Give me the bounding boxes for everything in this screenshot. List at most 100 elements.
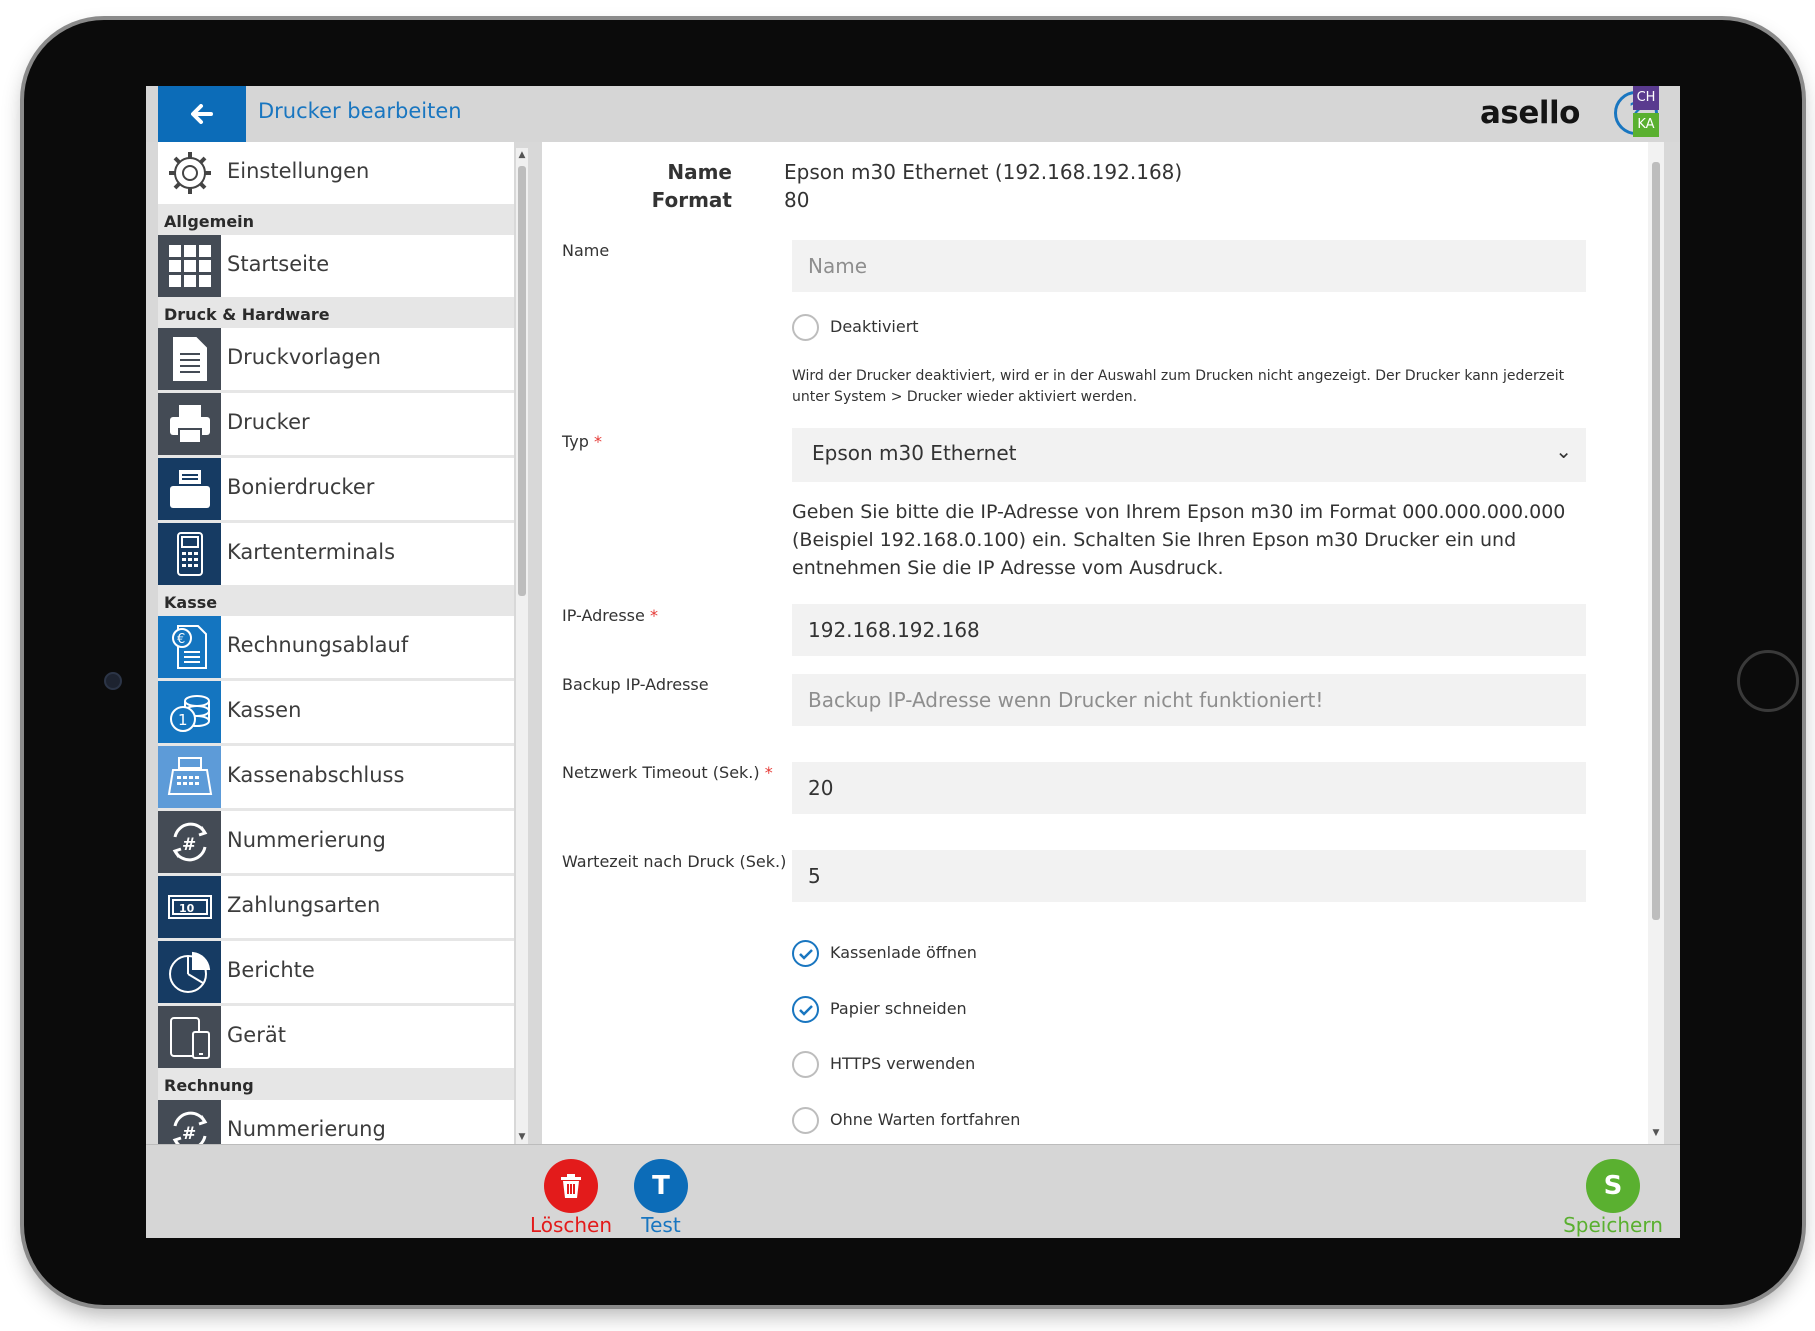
main-scroll-thumb[interactable] [1652, 162, 1660, 920]
scroll-down-icon[interactable]: ▼ [516, 1132, 528, 1142]
sidebar-item-startseite[interactable]: Startseite [158, 235, 514, 297]
document-icon [158, 328, 221, 390]
sidebar-item-label: Startseite [227, 252, 330, 276]
devices-icon [158, 1006, 221, 1068]
deactivated-checkbox[interactable] [792, 314, 819, 341]
gear-icon [158, 142, 221, 204]
type-hint: Geben Sie bitte die IP-Adresse von Ihrem… [792, 501, 1566, 579]
option-label: Ohne Warten fortfahren [830, 1110, 1021, 1129]
printer-icon [158, 393, 221, 455]
kassenlade-checkbox[interactable] [792, 940, 819, 967]
svg-text:€: € [177, 632, 185, 647]
name-input[interactable] [792, 240, 1586, 292]
check-icon [798, 948, 813, 960]
wait-input[interactable] [792, 850, 1586, 902]
chevron-down-icon: ⌄ [1555, 439, 1572, 463]
sidebar-item-label: Nummerierung [227, 828, 386, 852]
section-allgemein: Allgemein [164, 212, 255, 231]
back-button[interactable] [158, 86, 246, 142]
main-scrollbar[interactable]: ▼ [1648, 142, 1664, 1144]
summary-name-value: Epson m30 Ethernet (192.168.192.168) [784, 160, 1183, 184]
deactivated-label: Deaktiviert [830, 317, 919, 336]
invoice-euro-icon: € [158, 616, 221, 678]
sidebar-item-label: Nummerierung [227, 1117, 386, 1141]
sidebar-item-kassenabschluss[interactable]: Kassenabschluss [158, 746, 514, 808]
trash-icon [561, 1174, 581, 1198]
name-label: Name [562, 241, 610, 260]
page-title: Drucker bearbeiten [258, 99, 462, 123]
grid-icon [158, 235, 221, 297]
test-label[interactable]: Test [601, 1213, 721, 1237]
sidebar-item-bonierdrucker[interactable]: Bonierdrucker [158, 458, 514, 520]
sidebar-item-kartenterminals[interactable]: Kartenterminals [158, 523, 514, 585]
summary-format-key: Format [651, 188, 732, 212]
sidebar-item-rechnungsablauf[interactable]: € Rechnungsablauf [158, 616, 514, 678]
sidebar-scrollbar[interactable]: ▲ ▼ [516, 148, 528, 1144]
badge-ch[interactable]: CH [1633, 86, 1659, 110]
option-label: Papier schneiden [830, 999, 967, 1018]
camera-lens [104, 672, 122, 690]
sidebar-item-label: Gerät [227, 1023, 286, 1047]
type-select-value: Epson m30 Ethernet [812, 441, 1017, 465]
pie-chart-icon [158, 941, 221, 1003]
backup-ip-label: Backup IP-Adresse [562, 675, 709, 694]
svg-text:#: # [182, 835, 196, 855]
save-label[interactable]: Speichern [1553, 1213, 1673, 1237]
hash-cycle-icon: # [158, 1100, 221, 1144]
sidebar-item-druckvorlagen[interactable]: Druckvorlagen [158, 328, 514, 390]
hash-cycle-icon: # [158, 811, 221, 873]
save-button[interactable]: S [1586, 1159, 1640, 1213]
sidebar-item-label: Rechnungsablauf [227, 633, 409, 657]
sidebar-item-berichte[interactable]: Berichte [158, 941, 514, 1003]
printer-form: Name Epson m30 Ethernet (192.168.192.168… [542, 142, 1648, 1144]
section-druck-hardware: Druck & Hardware [164, 305, 330, 324]
summary-name-key: Name [667, 160, 732, 184]
scroll-up-icon[interactable]: ▲ [516, 150, 528, 160]
type-label: Typ * [562, 432, 602, 451]
ohne-warten-checkbox[interactable] [792, 1107, 819, 1134]
section-kasse: Kasse [164, 593, 218, 612]
deactivated-hint: Wird der Drucker deaktiviert, wird er in… [792, 368, 1565, 405]
type-select[interactable]: Epson m30 Ethernet ⌄ [792, 428, 1586, 482]
test-button[interactable]: T [634, 1159, 688, 1213]
svg-text:10: 10 [179, 902, 195, 915]
backup-ip-input[interactable] [792, 674, 1586, 726]
home-button[interactable] [1737, 650, 1799, 712]
sidebar-item-label: Einstellungen [227, 159, 370, 183]
option-label: HTTPS verwenden [830, 1054, 976, 1073]
https-checkbox[interactable] [792, 1051, 819, 1078]
sidebar-item-nummerierung-rechnung[interactable]: # Nummerierung [158, 1100, 514, 1144]
app-screen: Drucker bearbeiten asello ? CH KA E [146, 86, 1680, 1238]
sidebar-item-kassen[interactable]: 1 Kassen [158, 681, 514, 743]
scroll-down-icon[interactable]: ▼ [1650, 1128, 1662, 1138]
sidebar-item-label: Kassenabschluss [227, 763, 405, 787]
ip-label: IP-Adresse * [562, 606, 658, 625]
receipt-printer-icon [158, 458, 221, 520]
header-bar: Drucker bearbeiten asello ? CH KA [146, 86, 1680, 142]
sidebar-item-label: Kartenterminals [227, 540, 396, 564]
delete-button[interactable] [544, 1159, 598, 1213]
asello-logo: asello [1480, 95, 1580, 131]
sidebar-item-label: Drucker [227, 410, 310, 434]
option-label: Kassenlade öffnen [830, 943, 977, 962]
ip-input[interactable] [792, 604, 1586, 656]
svg-text:1: 1 [178, 711, 188, 729]
sidebar-item-einstellungen[interactable]: Einstellungen [158, 142, 514, 204]
sidebar-scroll-thumb[interactable] [518, 166, 526, 596]
badge-ka[interactable]: KA [1633, 113, 1659, 137]
banknote-icon: 10 [158, 876, 221, 938]
sidebar: Einstellungen Allgemein Startseite Druck… [158, 142, 514, 1144]
arrow-left-icon [191, 104, 213, 124]
sidebar-item-label: Bonierdrucker [227, 475, 375, 499]
svg-text:#: # [182, 1124, 196, 1144]
sidebar-item-label: Zahlungsarten [227, 893, 381, 917]
papier-schneiden-checkbox[interactable] [792, 996, 819, 1023]
section-rechnung: Rechnung [164, 1076, 254, 1095]
sidebar-item-drucker[interactable]: Drucker [158, 393, 514, 455]
sidebar-item-label: Druckvorlagen [227, 345, 381, 369]
sidebar-item-nummerierung[interactable]: # Nummerierung [158, 811, 514, 873]
wait-label: Wartezeit nach Druck (Sek.) * [562, 852, 799, 871]
sidebar-item-zahlungsarten[interactable]: 10 Zahlungsarten [158, 876, 514, 938]
sidebar-item-geraet[interactable]: Gerät [158, 1006, 514, 1068]
timeout-input[interactable] [792, 762, 1586, 814]
